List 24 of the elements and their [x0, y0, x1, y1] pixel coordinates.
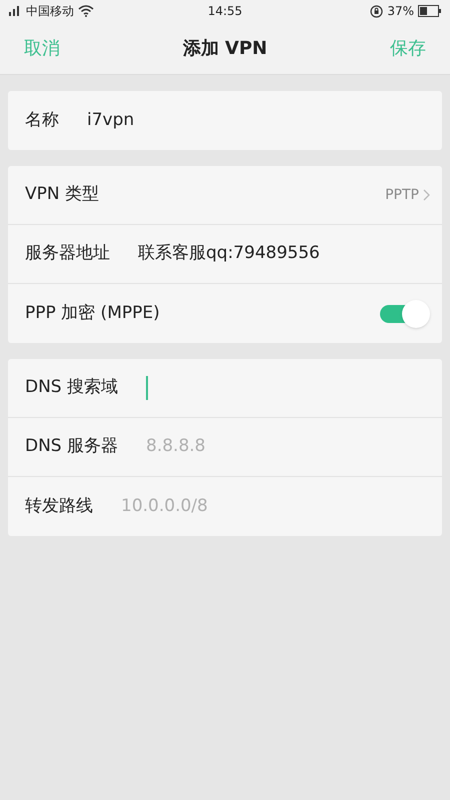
row-label: 转发路线	[25, 494, 93, 518]
selected-value[interactable]: PPTP	[385, 184, 419, 206]
row-label: DNS 服务器	[25, 435, 118, 458]
row-label: VPN 类型	[25, 183, 100, 206]
battery-icon	[418, 5, 442, 17]
field-value[interactable]: i7vpn	[87, 108, 134, 134]
rotation-lock-icon	[370, 4, 384, 18]
page-title: 添加 VPN	[182, 36, 268, 60]
battery-percent: 37%	[387, 3, 414, 20]
field-value[interactable]: 联系客服qq:79489556	[138, 241, 320, 267]
wifi-icon	[78, 5, 94, 17]
carrier-name: 中国移动	[26, 3, 74, 20]
row-label: DNS 搜索域	[25, 376, 118, 400]
save-button[interactable]: 保存	[390, 34, 426, 62]
row-label: 服务器地址	[25, 242, 110, 266]
chevron-icon	[423, 189, 430, 201]
placeholder-text[interactable]: 8.8.8.8	[146, 434, 206, 460]
clock-time: 14:55	[208, 3, 242, 20]
toggle-switch[interactable]	[380, 300, 430, 328]
cancel-button[interactable]: 取消	[24, 34, 60, 62]
row-label: 名称	[25, 108, 59, 132]
signal-icon	[8, 5, 22, 17]
row-label: PPP 加密 (MPPE)	[25, 302, 160, 325]
placeholder-text[interactable]: 10.0.0.0/8	[121, 494, 208, 520]
